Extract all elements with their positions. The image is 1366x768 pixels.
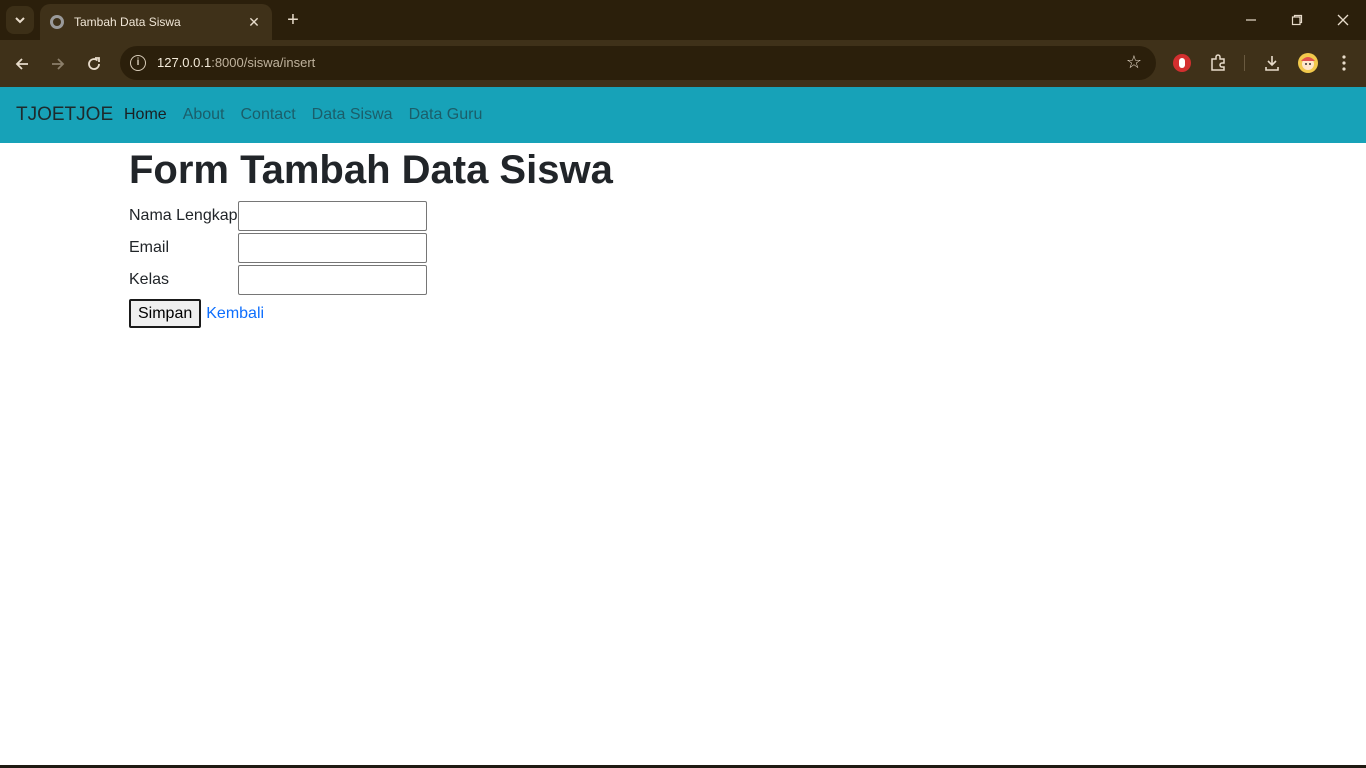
form-row: Nama Lengkap: [129, 200, 427, 232]
close-window-button[interactable]: [1320, 0, 1366, 40]
navbar-brand[interactable]: TJOETJOE: [16, 104, 113, 126]
form-actions: Simpan Kembali: [129, 299, 613, 328]
tab-title: Tambah Data Siswa: [74, 15, 181, 29]
restore-button[interactable]: [1274, 0, 1320, 40]
browser-tab[interactable]: Tambah Data Siswa ✕: [40, 4, 272, 40]
form-row: Email: [129, 232, 427, 264]
arrow-right-icon: [52, 58, 65, 70]
page-title: Form Tambah Data Siswa: [129, 148, 613, 192]
globe-icon: [50, 15, 64, 29]
simpan-button[interactable]: Simpan: [129, 299, 202, 328]
kelas-input[interactable]: [237, 265, 427, 295]
navbar-links: Home About Contact Data Siswa Data Guru: [124, 106, 498, 124]
new-tab-button[interactable]: +: [282, 8, 304, 32]
tab-search-button[interactable]: [6, 6, 34, 34]
minimize-icon: [1246, 19, 1256, 21]
main-content: Form Tambah Data Siswa Nama Lengkap Emai…: [129, 146, 613, 328]
browser-menu-icon[interactable]: [1333, 52, 1355, 74]
download-icon[interactable]: [1261, 52, 1283, 74]
nama-lengkap-input[interactable]: [237, 201, 427, 231]
bookmark-star-icon[interactable]: ☆: [1126, 52, 1142, 73]
back-button[interactable]: [9, 51, 35, 77]
kelas-label: Kelas: [129, 271, 170, 288]
url-path: :8000/siswa/insert: [211, 55, 316, 70]
student-form: Nama Lengkap Email Kelas: [129, 200, 427, 296]
nama-lengkap-label: Nama Lengkap: [129, 207, 238, 224]
nav-link-contact[interactable]: Contact: [241, 106, 296, 124]
reload-icon: [88, 57, 100, 70]
nav-link-data-guru[interactable]: Data Guru: [409, 106, 483, 124]
address-bar[interactable]: i 127.0.0.1:8000/siswa/insert ☆: [120, 46, 1156, 80]
extension-red-hand-icon[interactable]: [1171, 52, 1193, 74]
kembali-link[interactable]: Kembali: [206, 305, 264, 323]
restore-icon: [1291, 14, 1303, 26]
profile-avatar[interactable]: [1297, 52, 1319, 74]
nav-link-about[interactable]: About: [183, 106, 225, 124]
reload-button[interactable]: [81, 51, 107, 77]
toolbar-divider: [1244, 55, 1245, 71]
close-icon: [1337, 14, 1349, 26]
nav-link-home[interactable]: Home: [124, 106, 167, 124]
forward-button[interactable]: [45, 51, 71, 77]
email-label: Email: [129, 239, 170, 256]
info-icon[interactable]: i: [130, 55, 146, 71]
nav-link-data-siswa[interactable]: Data Siswa: [312, 106, 393, 124]
form-row: Kelas: [129, 264, 427, 296]
chevron-down-icon: [15, 17, 25, 24]
url-host: 127.0.0.1: [157, 55, 212, 70]
tab-close-button[interactable]: ✕: [246, 14, 262, 31]
minimize-button[interactable]: [1228, 0, 1274, 40]
url-text: 127.0.0.1:8000/siswa/insert: [157, 55, 315, 70]
puzzle-icon[interactable]: [1207, 52, 1229, 74]
email-input[interactable]: [237, 233, 427, 263]
arrow-left-icon: [15, 58, 28, 70]
